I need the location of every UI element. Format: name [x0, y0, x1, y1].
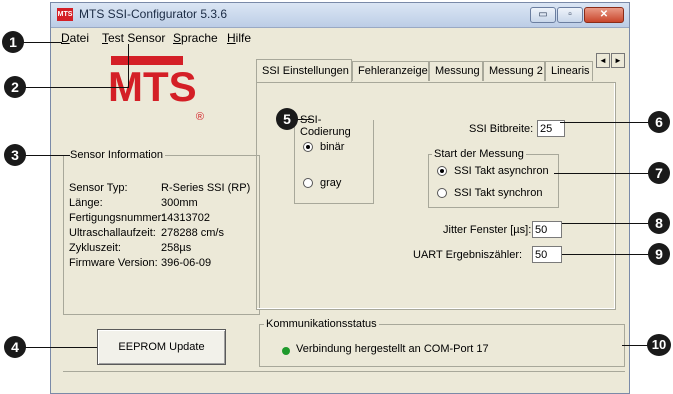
sensor-type-value: R-Series SSI (RP)	[161, 182, 251, 194]
menu-sprache[interactable]: Sprache	[173, 31, 218, 45]
firmware-version-label: Firmware Version:	[69, 257, 158, 269]
arrow-left-icon: ◄	[599, 56, 607, 65]
eeprom-update-button[interactable]: EEPROM Update	[97, 329, 226, 365]
callout-9-line	[562, 254, 652, 255]
jitter-window-label: Jitter Fenster [µs]:	[443, 224, 532, 236]
callout-3: 3	[4, 144, 26, 166]
close-icon: ✕	[599, 9, 609, 20]
menu-bar: Datei Test Sensor Sprache Hilfe	[51, 28, 629, 46]
title-bar[interactable]: MTS MTS SSI-Configurator 5.3.6 ▭ ▫ ✕	[51, 3, 629, 28]
ssi-bitwidth-label: SSI Bitbreite:	[469, 123, 534, 135]
callout-5-line	[296, 119, 312, 120]
menu-hilfe[interactable]: Hilfe	[227, 31, 251, 45]
mts-logo: MTS ®	[108, 56, 204, 122]
tab-scroll-right-button[interactable]: ►	[611, 53, 625, 68]
callout-1-line	[20, 42, 62, 43]
length-label: Länge:	[69, 197, 103, 209]
sensor-information-legend: Sensor Information	[68, 149, 165, 161]
menu-test-rest: est Sensor	[108, 31, 166, 45]
tab-linearisierung[interactable]: Linearis	[545, 61, 593, 81]
start-sync-option[interactable]: SSI Takt synchron	[437, 187, 557, 200]
callout-4: 4	[4, 336, 26, 358]
callout-10: 10	[647, 334, 671, 356]
callout-4-line	[24, 347, 97, 348]
tab-ssi-einstellungen[interactable]: SSI Einstellungen	[256, 59, 352, 82]
app-logo-icon: MTS	[57, 8, 73, 21]
uart-counter-label: UART Ergebniszähler:	[413, 249, 523, 261]
ssi-settings-panel: SSI-Codierung binär gray SSI Bitbreite: …	[256, 82, 616, 310]
callout-6-line	[560, 122, 652, 123]
firmware-version-value: 396-06-09	[161, 257, 212, 269]
callout-2: 2	[4, 76, 26, 98]
menu-test-sensor[interactable]: Test Sensor	[102, 31, 165, 45]
menu-sprache-rest: prache	[181, 31, 218, 45]
jitter-window-input[interactable]	[532, 221, 562, 238]
tab-scroll-left-button[interactable]: ◄	[596, 53, 610, 68]
tab-scroll-buttons: ◄ ►	[596, 53, 626, 69]
uart-counter-input[interactable]	[532, 246, 562, 263]
ssi-coding-group: SSI-Codierung binär gray	[294, 114, 374, 204]
start-async-label: SSI Takt asynchron	[454, 165, 549, 177]
measurement-start-group: Start der Messung SSI Takt asynchron SSI…	[428, 148, 559, 208]
status-bar	[63, 371, 625, 394]
callout-2-vline	[128, 44, 129, 87]
callout-5: 5	[276, 108, 298, 130]
communication-status-legend: Kommunikationsstatus	[264, 318, 379, 330]
logo-registered-mark: ®	[196, 111, 204, 122]
serial-number-value: 14313702	[161, 212, 210, 224]
coding-binary-label: binär	[320, 141, 345, 153]
coding-gray-radio[interactable]	[303, 178, 313, 188]
callout-8: 8	[648, 212, 670, 234]
callout-2-line	[22, 87, 129, 88]
start-async-option[interactable]: SSI Takt asynchron	[437, 165, 557, 178]
callout-7-line	[554, 173, 652, 174]
arrow-right-icon: ►	[614, 56, 622, 65]
maximize-button[interactable]: ▫	[557, 7, 583, 23]
ultrasonic-speed-label: Ultraschallaufzeit:	[69, 227, 156, 239]
length-value: 300mm	[161, 197, 198, 209]
coding-gray-label: gray	[320, 177, 342, 189]
coding-binary-radio[interactable]	[303, 142, 313, 152]
callout-3-line	[24, 155, 70, 156]
tab-messung[interactable]: Messung	[429, 61, 483, 81]
app-window: MTS MTS SSI-Configurator 5.3.6 ▭ ▫ ✕ Dat…	[50, 2, 630, 394]
tab-fehleranzeige[interactable]: Fehleranzeige	[352, 61, 429, 81]
menu-sprache-mnemonic: S	[173, 31, 182, 45]
callout-1: 1	[2, 31, 24, 53]
menu-hilfe-mnemonic: H	[227, 31, 236, 45]
measurement-start-legend: Start der Messung	[432, 148, 526, 160]
coding-binary-option[interactable]: binär	[303, 141, 373, 154]
ultrasonic-speed-value: 278288 cm/s	[161, 227, 224, 239]
connection-status-text: Verbindung hergestellt an COM-Port 17	[296, 343, 489, 355]
close-button[interactable]: ✕	[584, 7, 624, 23]
callout-9: 9	[648, 243, 670, 265]
maximize-icon: ▫	[568, 9, 572, 20]
minimize-button[interactable]: ▭	[530, 7, 556, 23]
start-async-radio[interactable]	[437, 166, 447, 176]
serial-number-label: Fertigungsnummer:	[69, 212, 165, 224]
status-indicator-icon	[282, 347, 290, 355]
ssi-coding-legend: SSI-Codierung	[298, 114, 373, 138]
start-sync-label: SSI Takt synchron	[454, 187, 543, 199]
callout-6: 6	[648, 111, 670, 133]
menu-datei-mnemonic: D	[61, 31, 70, 45]
menu-datei-rest: atei	[69, 31, 90, 45]
window-title: MTS SSI-Configurator 5.3.6	[79, 7, 228, 21]
callout-8-line	[562, 223, 652, 224]
sensor-information-group: Sensor Information Sensor Typ: R-Series …	[63, 149, 260, 315]
start-sync-radio[interactable]	[437, 188, 447, 198]
tab-strip: SSI Einstellungen Fehleranzeige Messung …	[256, 59, 631, 82]
tab-messung-2[interactable]: Messung 2	[483, 61, 545, 81]
cycle-time-label: Zykluszeit:	[69, 242, 121, 254]
sensor-type-label: Sensor Typ:	[69, 182, 128, 194]
minimize-icon: ▭	[538, 9, 548, 20]
menu-datei[interactable]: Datei	[61, 31, 89, 45]
coding-gray-option[interactable]: gray	[303, 177, 373, 190]
cycle-time-value: 258µs	[161, 242, 192, 254]
callout-7: 7	[648, 162, 670, 184]
menu-hilfe-rest: ilfe	[235, 31, 252, 45]
